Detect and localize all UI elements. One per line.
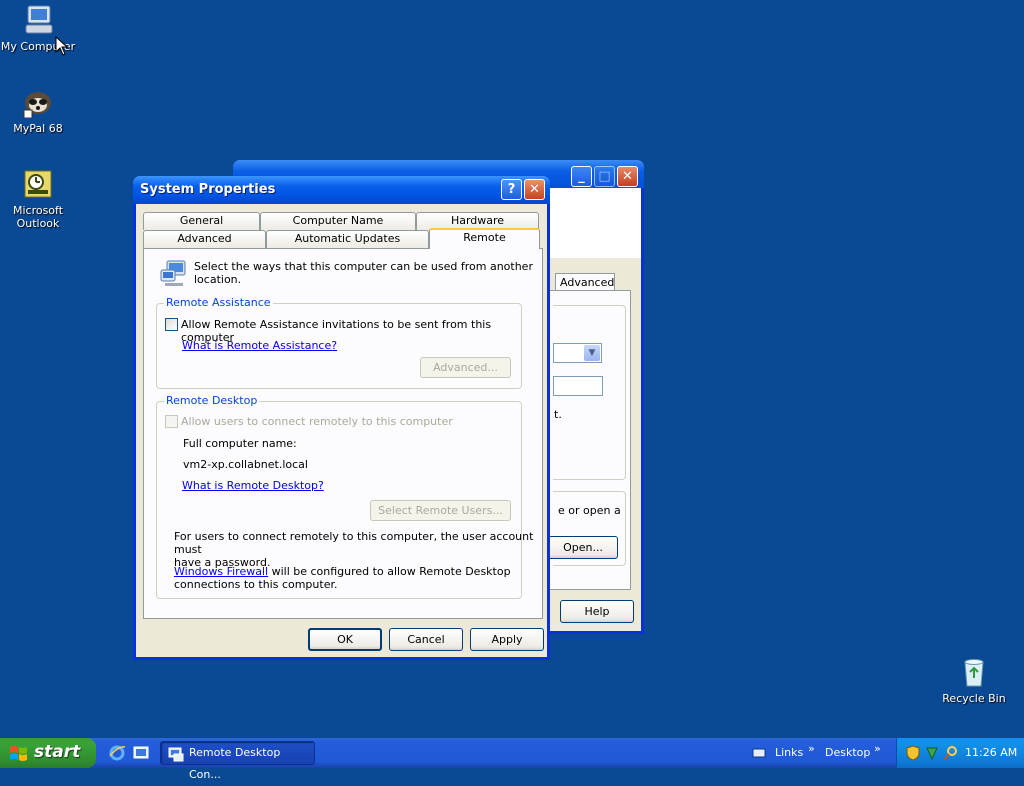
windows-logo-icon [9,744,29,762]
username-field[interactable] [553,376,603,396]
close-icon[interactable]: ✕ [524,179,545,200]
remote-desktop-title: Remote Desktop [164,394,260,407]
intro-text: Select the ways that this computer can b… [194,260,534,286]
search-icon[interactable] [944,745,958,764]
select-remote-users-button[interactable]: Select Remote Users... [370,500,511,521]
clock[interactable]: 11:26 AM [965,746,1017,759]
system-tray: 11:26 AM [896,738,1024,768]
taskbar-button-remote-desktop[interactable]: Remote Desktop Con... [160,741,315,781]
what-is-remote-assistance-link[interactable]: What is Remote Assistance? [182,339,337,352]
start-label: start [34,742,81,762]
remote-desktop-checkbox-label[interactable]: Allow users to connect remotely to this … [181,415,453,428]
apply-button[interactable]: Apply [470,628,544,651]
desktop-icon-label: Recycle Bin [942,692,1006,705]
chevron-down-icon[interactable]: ▼ [584,345,600,361]
remote-assistance-title: Remote Assistance [164,296,273,309]
dialog-titlebar[interactable]: System Properties ? ✕ [133,176,550,204]
tab-advanced[interactable]: Advanced [143,230,266,248]
show-desktop-icon[interactable] [132,744,150,762]
password-info-text: For users to connect remotely to this co… [174,530,542,569]
firewall-info-text: Windows Firewall will be configured to a… [174,565,511,591]
minimize-button[interactable]: _ [571,166,592,187]
help-icon[interactable]: ? [501,179,522,200]
tab-automatic-updates[interactable]: Automatic Updates [266,230,429,248]
cancel-button[interactable]: Cancel [389,628,463,651]
security-shield-icon[interactable] [906,745,920,764]
ok-button[interactable]: OK [308,628,382,651]
taskbar: start Remote Desktop Con... Links » Desk… [0,738,1024,781]
help-button[interactable]: Help [560,600,634,623]
remote-computer-icon [159,258,189,288]
tab-general[interactable]: General [143,212,260,230]
remote-desktop-icon [168,746,184,770]
close-button[interactable]: ✕ [617,166,638,187]
recycle-bin-icon [958,656,990,688]
desktop-icon-mypal[interactable]: MyPal 68 [0,86,76,135]
dialog-title: System Properties [140,182,276,197]
internet-explorer-icon[interactable] [108,744,126,762]
taskbar-button-label: Remote Desktop Con... [189,746,281,781]
remote-tab-panel: Select the ways that this computer can b… [143,248,543,619]
links-chevron[interactable]: » [808,742,815,755]
mouse-cursor-icon [55,35,69,59]
mypal-icon [22,86,54,119]
desktop-icon-label: Microsoft Outlook [12,204,64,230]
intro-text-line: Select the ways that this computer can b… [194,260,533,273]
desktop-chevron[interactable]: » [874,742,881,755]
full-computer-name-value: vm2-xp.collabnet.local [183,458,308,471]
intro-text-line: location. [194,273,242,286]
remote-assistance-checkbox[interactable] [165,318,178,331]
full-computer-name-label: Full computer name: [183,437,297,450]
network-icon[interactable] [925,745,939,764]
computer-select[interactable]: ▼ [553,343,602,363]
info-line: For users to connect remotely to this co… [174,530,534,556]
links-toolbar[interactable]: Links [775,746,803,759]
tab-advanced[interactable]: Advanced [555,273,615,291]
open-button[interactable]: Open... [548,536,618,559]
desktop-icon-recycle-bin[interactable]: Recycle Bin [936,656,1012,705]
start-button[interactable]: start [0,738,96,768]
what-is-remote-desktop-link[interactable]: What is Remote Desktop? [182,479,324,492]
my-computer-icon [22,4,54,36]
remote-desktop-checkbox[interactable] [165,415,178,428]
maximize-button[interactable]: □ [594,166,615,187]
windows-firewall-link[interactable]: Windows Firewall [174,565,268,578]
tab-computer-name[interactable]: Computer Name [260,212,416,230]
firewall-text: connections to this computer. [174,578,338,591]
text-fragment: t. [554,408,562,421]
desktop-icon-outlook[interactable]: Microsoft Outlook [0,168,76,230]
outlook-icon [22,168,54,200]
advanced-button[interactable]: Advanced... [420,357,511,378]
desktop-toolbar[interactable]: Desktop [825,746,870,759]
tab-remote[interactable]: Remote [429,228,540,249]
keyboard-icon [752,747,766,759]
firewall-text: will be configured to allow Remote Deskt… [268,565,511,578]
desktop-icon-label: MyPal 68 [13,122,63,135]
system-properties-dialog[interactable]: System Properties ? ✕ General Computer N… [133,176,550,660]
text-fragment: e or open a [558,504,621,517]
